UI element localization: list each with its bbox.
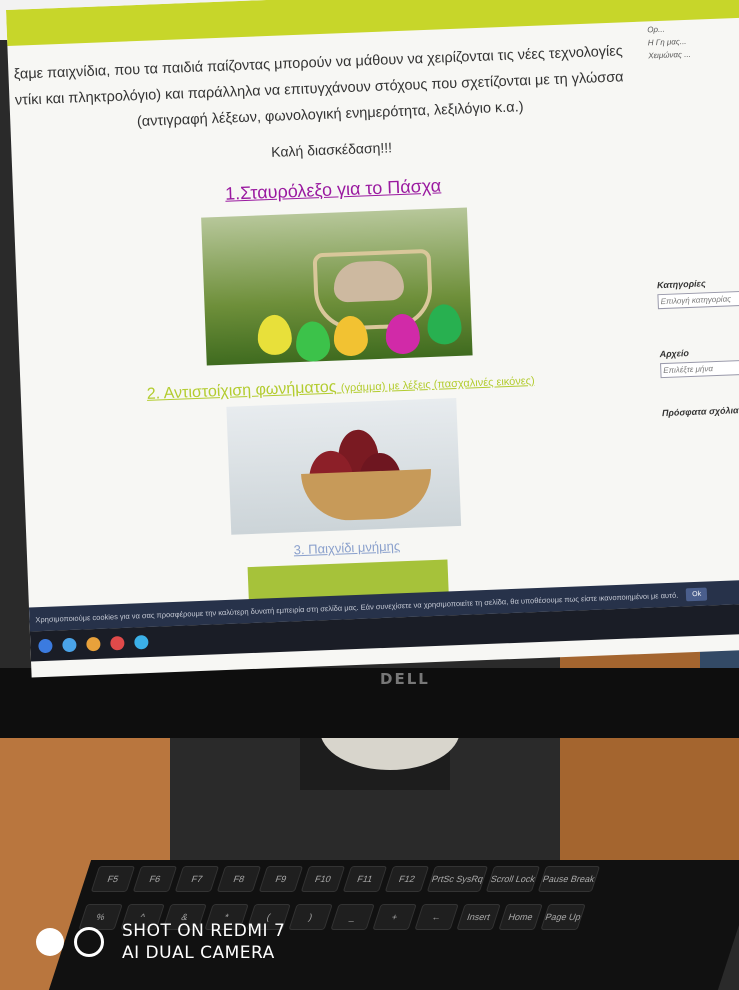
keyboard-key: +: [372, 904, 417, 930]
keyboard-key: F6: [132, 866, 178, 892]
keyboard-key: ): [288, 904, 333, 930]
keyboard-key: F8: [216, 866, 262, 892]
sidebar: Ορ... Η Γη μας... Χειμώνας ... Κατηγορίε…: [647, 22, 739, 422]
keyboard-key: Scroll Lock: [485, 866, 541, 892]
egg-shape: [256, 314, 293, 356]
keyboard-key: F9: [258, 866, 304, 892]
keyboard-key: Home: [498, 904, 543, 930]
browser-icon[interactable]: [62, 637, 77, 653]
monitor-bezel: [0, 668, 739, 738]
cookie-ok-button[interactable]: Ok: [685, 587, 708, 601]
bunny-shape: [332, 259, 405, 303]
keyboard-key: F10: [300, 866, 346, 892]
keyboard-key: F11: [342, 866, 388, 892]
keyboard-key: Insert: [456, 904, 501, 930]
monitor-screen: ξαμε παιχνίδια, που τα παιδιά παίζοντας …: [6, 0, 739, 678]
keyboard-key: PrtSc SysRq: [426, 866, 489, 892]
archive-heading: Αρχείο: [659, 348, 690, 360]
egg-shape: [426, 303, 463, 346]
categories-select[interactable]: Επιλογή κατηγορίας: [657, 290, 739, 310]
sidebar-post-item[interactable]: Ορ...: [647, 22, 739, 35]
keyboard-key: ←: [414, 904, 459, 930]
watermark-dot-icon: [36, 928, 64, 956]
phoneme-matching-link-text: 2. Αντιστοίχιση φωνήματος: [146, 378, 337, 403]
archive-select[interactable]: Επιλέξτε μήνα: [660, 359, 739, 379]
app-icon[interactable]: [134, 635, 149, 650]
easter-bunny-image[interactable]: [201, 207, 473, 366]
keyboard-key: F12: [384, 866, 430, 892]
camera-watermark: SHOT ON REDMI 7 AI DUAL CAMERA: [36, 920, 285, 964]
phoneme-matching-link-suffix: (γράμμα) με λέξεις (πασχαλινές εικόνες): [340, 374, 535, 395]
main-content: ξαμε παιχνίδια, που τα παιδιά παίζοντας …: [8, 37, 669, 615]
keyboard-key: F5: [90, 866, 136, 892]
recent-comments-heading: Πρόσφατα σχόλια: [661, 405, 739, 419]
app-icon[interactable]: [110, 635, 125, 651]
keyboard-key: F7: [174, 866, 220, 892]
red-eggs-image[interactable]: [226, 398, 462, 535]
watermark-line: AI DUAL CAMERA: [122, 943, 275, 963]
watermark-ring-icon: [74, 927, 104, 957]
keyboard-row: F5 F6 F7 F8 F9 F10 F11 F12 PrtSc SysRq Scroll Loc…: [79, 860, 739, 898]
keyboard-key: Pause Break: [537, 866, 600, 892]
keyboard-key: Page Up: [540, 904, 586, 930]
watermark-line: SHOT ON REDMI 7: [122, 921, 286, 941]
phoneme-matching-link[interactable]: 2. Αντιστοίχιση φωνήματος (γράμμα) με λέ…: [147, 371, 535, 404]
folder-icon[interactable]: [86, 636, 101, 652]
keyboard-key: _: [330, 904, 375, 930]
sidebar-post-item[interactable]: Η Γη μας...: [648, 35, 739, 47]
crossword-link[interactable]: 1.Σταυρόλεξο για το Πάσχα: [225, 175, 442, 204]
bowl-shape: [301, 469, 433, 522]
start-icon[interactable]: [38, 638, 53, 654]
egg-shape: [295, 320, 331, 363]
memory-game-link[interactable]: 3. Παιχνίδι μνήμης: [293, 538, 400, 557]
sidebar-post-item[interactable]: Χειμώνας ...: [648, 48, 739, 61]
dell-logo: DELL: [380, 670, 430, 688]
categories-heading: Κατηγορίες: [656, 278, 706, 291]
